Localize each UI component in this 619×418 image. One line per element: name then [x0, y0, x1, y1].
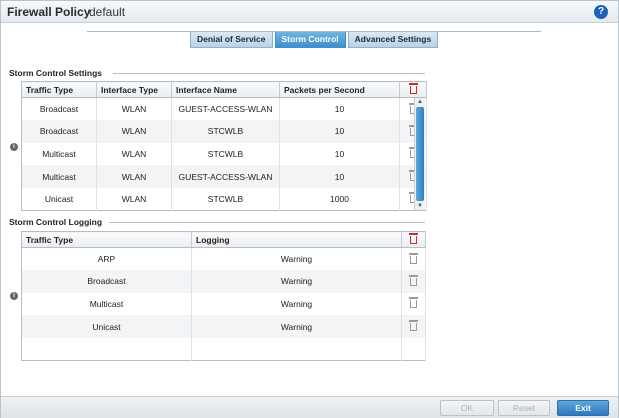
table-row[interactable]: Broadcast Warning [21, 270, 426, 293]
storm-logging-title: Storm Control Logging [9, 217, 103, 227]
cell-traffic-type: Broadcast [21, 97, 97, 121]
trash-icon [409, 252, 418, 264]
cell-interface-type: WLAN [96, 120, 172, 143]
tab-storm-control[interactable]: Storm Control [274, 32, 346, 48]
column-header[interactable]: Traffic Type [21, 231, 192, 248]
cell-interface-name: STCWLB [171, 142, 280, 166]
trash-icon [409, 297, 418, 309]
cell-traffic-type: Broadcast [21, 120, 97, 143]
table-row[interactable]: Unicast WLAN STCWLB 1000 [21, 187, 427, 211]
delete-all-button[interactable] [399, 81, 427, 98]
ok-button[interactable]: OK [440, 400, 494, 416]
trash-icon [409, 233, 418, 244]
delete-row-button[interactable] [401, 247, 426, 271]
cell-logging: Warning [191, 292, 402, 316]
cell-traffic-type: ARP [21, 247, 192, 271]
table-row[interactable]: ARP Warning [21, 247, 426, 271]
table-header-row: Traffic Type Logging [21, 231, 426, 248]
cell-packets-per-second: 10 [279, 142, 400, 166]
column-header[interactable]: Traffic Type [21, 81, 97, 98]
help-icon[interactable]: ? [594, 5, 608, 19]
cell-interface-name: GUEST-ACCESS-WLAN [171, 97, 280, 121]
cell-traffic-type: Multicast [21, 142, 97, 166]
delete-row-button[interactable] [401, 270, 426, 293]
info-icon: i [10, 292, 18, 300]
cell-interface-name: GUEST-ACCESS-WLAN [171, 165, 280, 188]
table-header-row: Traffic Type Interface Type Interface Na… [21, 81, 427, 98]
cell-interface-type: WLAN [96, 187, 172, 211]
cell-interface-type: WLAN [96, 165, 172, 188]
footer-bar: OK Reset Exit [1, 396, 618, 418]
cell-traffic-type: Broadcast [21, 270, 192, 293]
column-header[interactable]: Logging [191, 231, 402, 248]
trash-icon [409, 320, 418, 332]
cell-traffic-type: Unicast [21, 187, 97, 211]
cell-interface-type: WLAN [96, 142, 172, 166]
firewall-policy-panel: Firewall Policy default ? Denial of Serv… [0, 0, 619, 418]
tab-denial-of-service[interactable]: Denial of Service [190, 32, 273, 48]
cell-traffic-type: Unicast [21, 315, 192, 338]
table-row[interactable]: Broadcast WLAN STCWLB 10 [21, 120, 427, 143]
column-header[interactable]: Interface Type [96, 81, 172, 98]
cell-packets-per-second: 10 [279, 165, 400, 188]
cell-packets-per-second: 10 [279, 97, 400, 121]
info-icon: i [10, 143, 18, 151]
cell-logging: Warning [191, 315, 402, 338]
cell-interface-name: STCWLB [171, 187, 280, 211]
table-row[interactable]: Multicast WLAN GUEST-ACCESS-WLAN 10 [21, 165, 427, 188]
cell-traffic-type: Multicast [21, 165, 97, 188]
trash-icon [408, 83, 418, 94]
reset-button[interactable]: Reset [498, 400, 550, 416]
table-row[interactable]: Multicast Warning [21, 292, 426, 316]
scroll-down-arrow-icon[interactable]: ▼ [415, 202, 425, 210]
section-divider [113, 73, 425, 74]
table-row-empty [21, 337, 426, 361]
settings-scrollbar[interactable]: ▲ ▼ [414, 98, 425, 210]
storm-settings-table: Traffic Type Interface Type Interface Na… [21, 81, 427, 211]
cell-logging: Warning [191, 270, 402, 293]
cell-interface-type: WLAN [96, 97, 172, 121]
column-header[interactable]: Interface Name [171, 81, 280, 98]
tab-advanced-settings[interactable]: Advanced Settings [347, 32, 439, 48]
cell-interface-name: STCWLB [171, 120, 280, 143]
table-row[interactable]: Broadcast WLAN GUEST-ACCESS-WLAN 10 [21, 97, 427, 121]
title-bar: Firewall Policy default ? [1, 1, 618, 23]
trash-icon [409, 274, 418, 286]
column-header[interactable]: Packets per Second [279, 81, 400, 98]
storm-settings-title: Storm Control Settings [9, 68, 103, 78]
tab-bar: Denial of Service Storm Control Advanced… [190, 32, 440, 48]
page-title: Firewall Policy [7, 5, 91, 19]
delete-all-button[interactable] [401, 231, 426, 248]
exit-button[interactable]: Exit [557, 400, 609, 416]
cell-traffic-type: Multicast [21, 292, 192, 316]
section-divider [109, 222, 425, 223]
scroll-thumb[interactable] [416, 107, 424, 201]
storm-logging-table: Traffic Type Logging ARP Warning Broadca… [21, 231, 426, 361]
table-row[interactable]: Multicast WLAN STCWLB 10 [21, 142, 427, 166]
cell-packets-per-second: 10 [279, 120, 400, 143]
table-row[interactable]: Unicast Warning [21, 315, 426, 338]
delete-row-button[interactable] [401, 315, 426, 338]
policy-name: default [89, 5, 126, 19]
cell-logging: Warning [191, 247, 402, 271]
scroll-up-arrow-icon[interactable]: ▲ [415, 98, 425, 106]
cell-packets-per-second: 1000 [279, 187, 400, 211]
delete-row-button[interactable] [401, 292, 426, 316]
